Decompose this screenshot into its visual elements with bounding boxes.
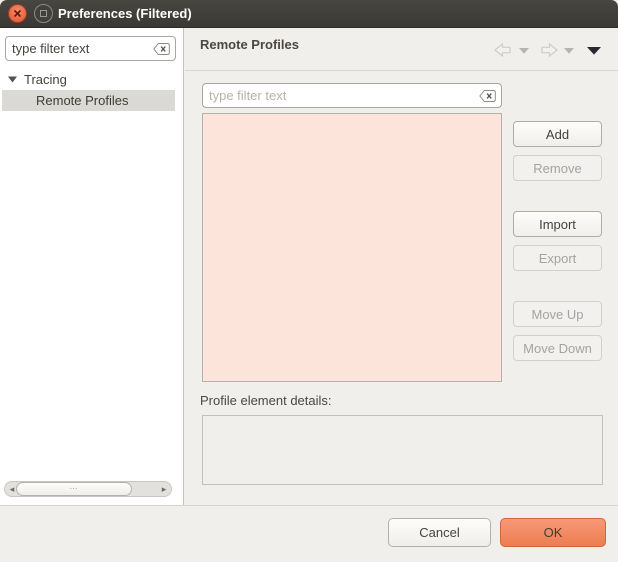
clear-filter-icon[interactable] xyxy=(479,90,496,102)
forward-arrow-icon[interactable] xyxy=(540,43,559,57)
move-up-button: Move Up xyxy=(513,301,602,327)
scroll-right-arrow-icon[interactable]: ▸ xyxy=(159,484,169,494)
tree-item-label: Remote Profiles xyxy=(36,90,128,111)
sidebar-horizontal-scrollbar[interactable]: ◂ ⋯ ▸ xyxy=(4,481,172,497)
window-maximize-button[interactable] xyxy=(34,4,53,23)
header-separator xyxy=(185,70,618,71)
footer-separator xyxy=(0,505,618,506)
window-title: Preferences (Filtered) xyxy=(58,0,192,28)
tree-expander-icon[interactable] xyxy=(8,76,17,83)
sidebar-filter-input[interactable] xyxy=(12,37,151,60)
profile-details-label: Profile element details: xyxy=(200,393,332,408)
profile-details-box xyxy=(202,415,603,485)
profiles-filter-field xyxy=(202,83,502,108)
add-button[interactable]: Add xyxy=(513,121,602,147)
close-icon xyxy=(13,9,22,18)
forward-history-dropdown-icon[interactable] xyxy=(564,48,574,54)
page-title: Remote Profiles xyxy=(200,37,299,52)
ok-button[interactable]: OK xyxy=(500,518,606,547)
maximize-icon xyxy=(40,10,47,17)
export-button: Export xyxy=(513,245,602,271)
back-history-dropdown-icon[interactable] xyxy=(519,48,529,54)
import-button[interactable]: Import xyxy=(513,211,602,237)
sidebar: Tracing Remote Profiles ◂ ⋯ ▸ xyxy=(0,28,184,505)
window-close-button[interactable] xyxy=(8,4,27,23)
tree-item-remote-profiles[interactable]: Remote Profiles xyxy=(2,90,175,111)
scrollbar-thumb[interactable]: ⋯ xyxy=(16,482,132,496)
preferences-dialog: Preferences (Filtered) Tracing Remote Pr… xyxy=(0,0,618,562)
remote-profiles-list[interactable] xyxy=(202,113,502,382)
titlebar: Preferences (Filtered) xyxy=(0,0,618,28)
view-menu-icon[interactable] xyxy=(587,47,601,55)
profiles-filter-input[interactable] xyxy=(209,84,477,107)
move-down-button: Move Down xyxy=(513,335,602,361)
back-arrow-icon[interactable] xyxy=(493,43,512,57)
tree-item-label: Tracing xyxy=(24,69,67,90)
tree-item-tracing[interactable]: Tracing xyxy=(0,69,184,90)
cancel-button[interactable]: Cancel xyxy=(388,518,491,547)
clear-filter-icon[interactable] xyxy=(153,43,170,55)
sidebar-filter-field xyxy=(5,36,176,61)
remove-button: Remove xyxy=(513,155,602,181)
